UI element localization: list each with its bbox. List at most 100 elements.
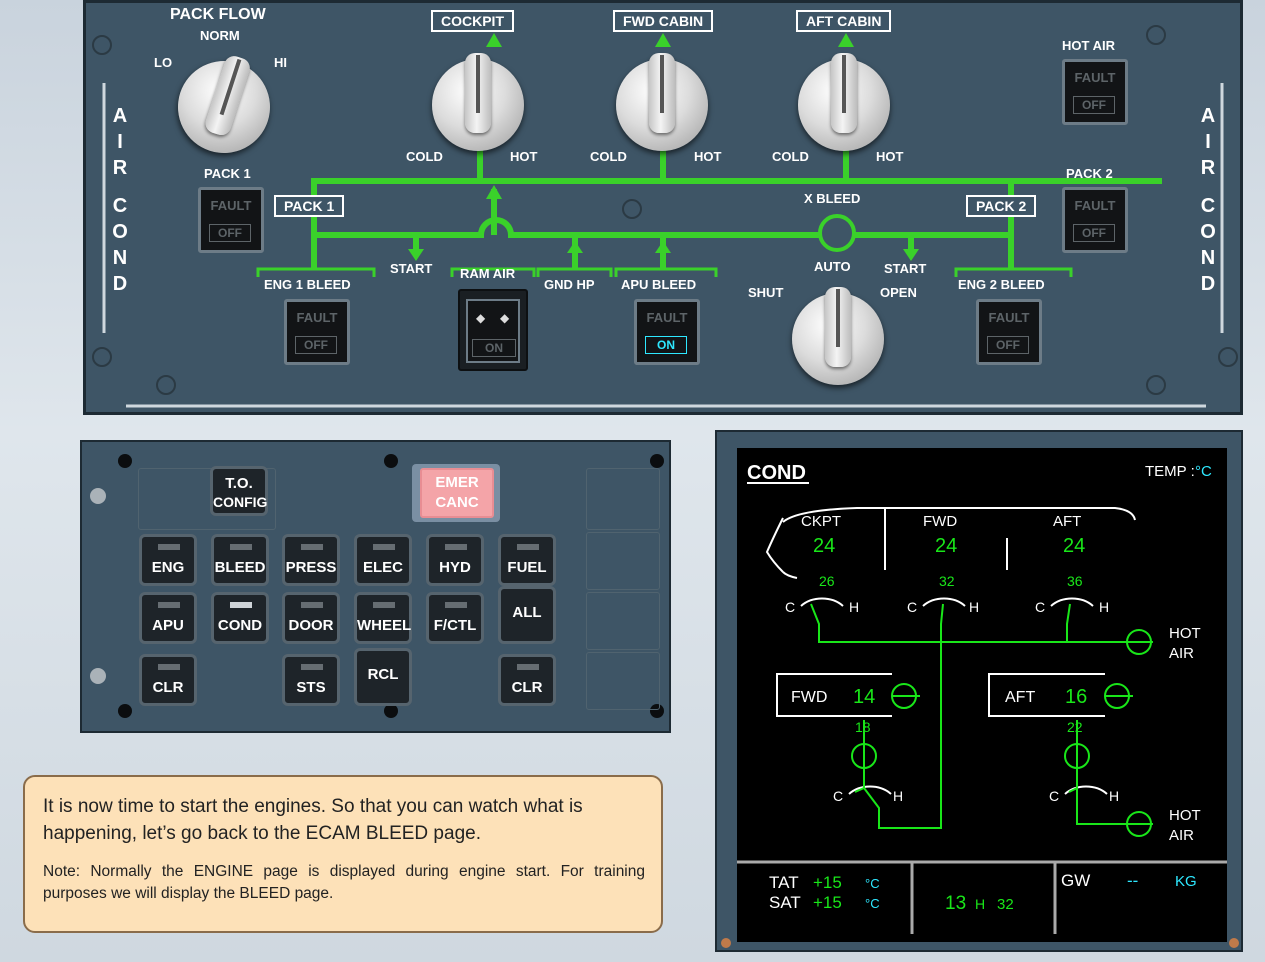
svg-text:AIR: AIR: [1169, 827, 1194, 844]
cockpit-cold-label: COLD: [406, 149, 443, 164]
zone-aft-temp: 24: [1063, 535, 1085, 557]
emer-canc-button[interactable]: EMER CANC: [420, 468, 494, 518]
hot-air-pushbutton[interactable]: FAULT OFF: [1062, 59, 1128, 125]
gw-label: GW: [1061, 871, 1090, 890]
fwd-cabin-temp-knob[interactable]: [616, 53, 708, 151]
aft-cabin-label: AFT CABIN: [796, 10, 892, 32]
pack1-label: PACK 1: [204, 166, 251, 181]
cargo-aft-duct-temp: 22: [1067, 719, 1083, 735]
ecp-key-rcl[interactable]: RCL: [354, 648, 412, 706]
guard-pin-icon: ◆: [500, 311, 510, 325]
gnd-hp-label: GND HP: [544, 277, 595, 292]
ram-air-label: RAM AIR: [460, 266, 516, 281]
svg-text:H: H: [969, 599, 979, 615]
sat-value: +15: [813, 893, 842, 912]
svg-text:H: H: [1099, 599, 1109, 615]
screw-icon: [90, 668, 106, 684]
svg-text:°C: °C: [865, 876, 880, 891]
svg-text:°C: °C: [865, 896, 880, 911]
screw-icon: [92, 35, 112, 55]
tat-label: TAT: [769, 873, 799, 892]
ecp-key-hyd[interactable]: HYD: [426, 534, 484, 586]
air-cond-side-label-right: AIR COND: [1200, 105, 1216, 295]
eng2-bleed-pushbutton[interactable]: FAULT OFF: [976, 299, 1042, 365]
svg-text:H: H: [849, 599, 859, 615]
pack2-label: PACK 2: [1066, 166, 1113, 181]
ecp-key-elec[interactable]: ELEC: [354, 534, 412, 586]
to-config-button[interactable]: T.O. CONFIG: [210, 466, 268, 516]
ecp-key-cond[interactable]: COND: [211, 592, 269, 644]
pack1-duct-label: PACK 1: [274, 195, 345, 217]
ecp-key-apu[interactable]: APU: [139, 592, 197, 644]
svg-text:AIR: AIR: [1169, 645, 1194, 662]
screw-icon: [90, 488, 106, 504]
temp-unit: °C: [1195, 463, 1212, 480]
air-cond-overhead-panel: AIR COND AIR COND PACK FLOW NORM LO HI C…: [83, 0, 1243, 415]
ecp-key-all[interactable]: ALL: [498, 586, 556, 644]
zone-fwd-label: FWD: [923, 513, 957, 530]
svg-text:C: C: [833, 788, 843, 804]
cockpit-arrow-icon: [486, 33, 502, 47]
apu-bleed-pushbutton[interactable]: FAULT ON: [634, 299, 700, 365]
apu-bleed-label: APU BLEED: [621, 277, 697, 292]
svg-text:H: H: [893, 788, 903, 804]
ecp-key-press[interactable]: PRESS: [282, 534, 340, 586]
ecp-key-clr-left[interactable]: CLR: [139, 654, 197, 706]
eng1-bleed-pushbutton[interactable]: FAULT OFF: [284, 299, 350, 365]
ecp-key-door[interactable]: DOOR: [282, 592, 340, 644]
cond-synoptic: COND TEMP : °C CKPT FWD AFT 24 24 24 26 …: [737, 462, 1227, 934]
zone-fwd-duct-temp: 32: [939, 573, 955, 589]
temp-label: TEMP :: [1145, 463, 1195, 480]
pack-flow-norm-label: NORM: [200, 28, 240, 43]
pack1-pushbutton[interactable]: FAULT OFF: [198, 187, 264, 253]
zone-ckpt-duct-temp: 26: [819, 573, 835, 589]
start-label-right: START: [884, 261, 927, 276]
tat-value: +15: [813, 873, 842, 892]
ecp-key-clr-right[interactable]: CLR: [498, 654, 556, 706]
ecam-display-unit: COND TEMP : °C CKPT FWD AFT 24 24 24 26 …: [715, 430, 1243, 952]
hot-air-label-upper: HOT: [1169, 625, 1201, 642]
aft-cabin-temp-knob[interactable]: [798, 53, 890, 151]
ram-air-guarded-pushbutton[interactable]: ◆ ◆ ON: [458, 289, 528, 371]
cargo-fwd-duct-temp: 18: [855, 719, 871, 735]
xbleed-selector-knob[interactable]: [792, 287, 884, 385]
page-title: COND: [747, 462, 806, 484]
ecp-key-fuel[interactable]: FUEL: [498, 534, 556, 586]
cargo-fwd-temp: 14: [853, 686, 875, 708]
tutorial-main-text: It is now time to start the engines. So …: [43, 796, 583, 844]
tutorial-message-box: It is now time to start the engines. So …: [23, 775, 663, 933]
aft-arrow-icon: [838, 33, 854, 47]
ecp-key-bleed[interactable]: BLEED: [211, 534, 269, 586]
clock-hours: 13: [945, 893, 966, 914]
gw-unit: KG: [1175, 873, 1197, 890]
cargo-aft-temp: 16: [1065, 686, 1087, 708]
pack-flow-title: PACK FLOW: [170, 6, 266, 23]
zone-fwd-temp: 24: [935, 535, 957, 557]
screw-icon: [622, 199, 642, 219]
ecam-cond-page: COND TEMP : °C CKPT FWD AFT 24 24 24 26 …: [737, 448, 1227, 942]
aft-cabin-hot-label: HOT: [876, 149, 904, 164]
pack-flow-hi-label: HI: [274, 55, 287, 70]
cockpit-temp-knob[interactable]: [432, 53, 524, 151]
cockpit-label: COCKPIT: [431, 10, 514, 32]
ecp-key-wheel[interactable]: WHEEL: [354, 592, 412, 644]
pack2-pushbutton[interactable]: FAULT OFF: [1062, 187, 1128, 253]
clock-minutes: 32: [997, 896, 1014, 913]
ecp-key-sts[interactable]: STS: [282, 654, 340, 706]
svg-text:H: H: [975, 896, 985, 912]
left-lower-duct: [311, 181, 819, 238]
pack2-duct-label: PACK 2: [966, 195, 1037, 217]
zone-aft-label: AFT: [1053, 513, 1081, 530]
sat-label: SAT: [769, 893, 801, 912]
fwd-arrow-icon: [655, 33, 671, 47]
ecp-key-fctl[interactable]: F/CTL: [426, 592, 484, 644]
fwd-cabin-hot-label: HOT: [694, 149, 722, 164]
ecam-control-panel: T.O. CONFIG EMER CANC ENG BLEED PRESS EL…: [80, 440, 671, 733]
hot-air-label-lower: HOT: [1169, 807, 1201, 824]
xbleed-shut-label: SHUT: [748, 285, 784, 300]
fwd-cabin-cold-label: COLD: [590, 149, 627, 164]
xbleed-auto-label: AUTO: [814, 259, 851, 274]
zone-ckpt-temp: 24: [813, 535, 835, 557]
svg-text:H: H: [1109, 788, 1119, 804]
ecp-key-eng[interactable]: ENG: [139, 534, 197, 586]
